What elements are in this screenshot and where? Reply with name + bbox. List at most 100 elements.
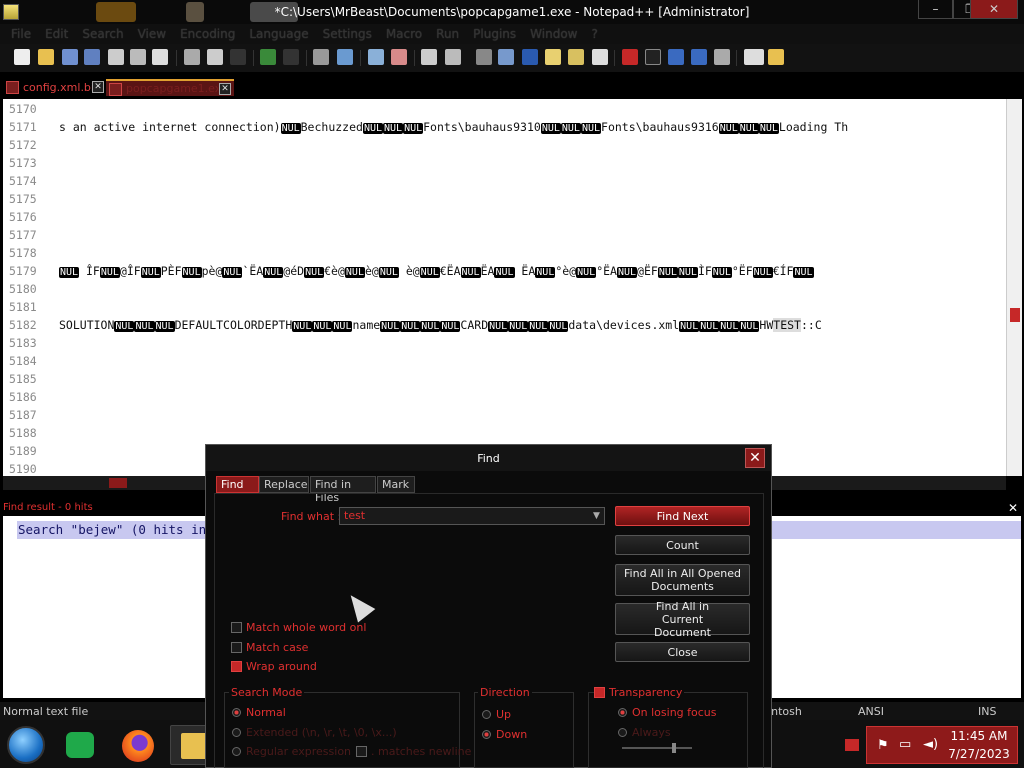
- tab-mark[interactable]: Mark: [377, 476, 415, 493]
- transparency-always[interactable]: Always: [618, 726, 671, 739]
- volume-icon[interactable]: ◄): [923, 737, 938, 752]
- zoom-out-icon[interactable]: [391, 49, 407, 65]
- find-next-button[interactable]: Find Next: [615, 506, 750, 526]
- close-window-button[interactable]: ✕: [970, 0, 1018, 19]
- checkbox[interactable]: [356, 746, 367, 757]
- checkbox-checked[interactable]: [594, 687, 605, 698]
- record-macro-icon[interactable]: [622, 49, 638, 65]
- scrollbar-thumb[interactable]: [109, 478, 127, 488]
- document-map-icon[interactable]: [568, 49, 584, 65]
- radio[interactable]: [232, 747, 241, 756]
- zoom-in-icon[interactable]: [368, 49, 384, 65]
- indent-guide-icon[interactable]: [522, 49, 538, 65]
- show-hidden-icons-icon[interactable]: [845, 739, 859, 751]
- menu-settings[interactable]: Settings: [316, 27, 379, 41]
- menu-macro[interactable]: Macro: [379, 27, 429, 41]
- minimize-button[interactable]: –: [918, 0, 953, 19]
- play-macro-icon[interactable]: [668, 49, 684, 65]
- find-icon[interactable]: [313, 49, 329, 65]
- tab-replace[interactable]: Replace: [259, 476, 309, 493]
- radio-selected[interactable]: [482, 730, 491, 739]
- chevron-down-icon[interactable]: ▼: [589, 508, 604, 524]
- undo-icon[interactable]: [260, 49, 276, 65]
- find-what-input[interactable]: test: [339, 507, 605, 525]
- direction-down[interactable]: Down: [482, 728, 527, 741]
- menu-encoding[interactable]: Encoding: [173, 27, 242, 41]
- user-defined-language-icon[interactable]: [545, 49, 561, 65]
- search-mode-regex[interactable]: Regular expression: [232, 745, 351, 758]
- checkbox[interactable]: [231, 622, 242, 633]
- tab-find[interactable]: Find: [216, 476, 259, 493]
- menu-window[interactable]: Window: [523, 27, 584, 41]
- editor-vertical-scrollbar[interactable]: [1006, 99, 1022, 476]
- find-all-opened-button[interactable]: Find All in All Opened Documents: [615, 564, 750, 596]
- folder-as-workspace-icon[interactable]: [768, 49, 784, 65]
- radio-selected[interactable]: [618, 708, 627, 717]
- transparency-on-losing-focus[interactable]: On losing focus: [618, 706, 717, 719]
- print-icon[interactable]: [152, 49, 168, 65]
- word-wrap-icon[interactable]: [476, 49, 492, 65]
- transparency-slider-thumb[interactable]: [672, 743, 676, 753]
- taskbar-app-green[interactable]: [58, 725, 98, 765]
- sync-horizontal-icon[interactable]: [445, 49, 461, 65]
- save-icon[interactable]: [62, 49, 78, 65]
- clock-date[interactable]: 7/27/2023: [944, 747, 1014, 761]
- checkbox[interactable]: [231, 642, 242, 653]
- taskbar-firefox[interactable]: [114, 725, 164, 765]
- menu-language[interactable]: Language: [242, 27, 315, 41]
- run-macro-multiple-icon[interactable]: [691, 49, 707, 65]
- cut-icon[interactable]: [184, 49, 200, 65]
- direction-up[interactable]: Up: [482, 708, 511, 721]
- menu-edit[interactable]: Edit: [38, 27, 75, 41]
- open-file-icon[interactable]: [38, 49, 54, 65]
- copy-icon[interactable]: [207, 49, 223, 65]
- stop-recording-icon[interactable]: [645, 49, 661, 65]
- match-case-option[interactable]: Match case: [231, 641, 308, 654]
- close-button[interactable]: Close: [615, 642, 750, 662]
- match-whole-word-option[interactable]: Match whole word onl: [231, 621, 366, 634]
- search-mode-normal[interactable]: Normal: [232, 706, 286, 719]
- menu-view[interactable]: View: [131, 27, 173, 41]
- checkbox-checked[interactable]: [231, 661, 242, 672]
- action-center-flag-icon[interactable]: ⚑: [877, 738, 889, 753]
- find-dialog-titlebar[interactable]: Find ✕: [206, 445, 771, 471]
- menu-search[interactable]: Search: [75, 27, 130, 41]
- redo-icon[interactable]: [283, 49, 299, 65]
- show-all-characters-icon[interactable]: [498, 49, 514, 65]
- radio-selected[interactable]: [232, 708, 241, 717]
- find-dialog-close-icon[interactable]: ✕: [745, 448, 765, 468]
- start-button[interactable]: [7, 726, 45, 764]
- sync-vertical-icon[interactable]: [421, 49, 437, 65]
- tab-popcapgame1-exe[interactable]: popcapgame1.exe ✕: [106, 79, 234, 96]
- menu-run[interactable]: Run: [429, 27, 466, 41]
- tab-close-icon[interactable]: ✕: [219, 83, 231, 95]
- spell-check-icon[interactable]: [744, 49, 764, 65]
- wrap-around-option[interactable]: Wrap around: [231, 660, 317, 673]
- radio[interactable]: [482, 710, 491, 719]
- search-mode-extended[interactable]: Extended (\n, \r, \t, \0, \x...): [232, 726, 397, 739]
- function-list-icon[interactable]: [592, 49, 608, 65]
- save-all-icon[interactable]: [84, 49, 100, 65]
- find-result-close-icon[interactable]: ✕: [1006, 501, 1020, 515]
- transparency-slider[interactable]: [622, 747, 692, 749]
- transparency-option[interactable]: Transparency: [594, 686, 685, 699]
- find-all-current-button[interactable]: Find All in Current Document: [615, 600, 750, 639]
- replace-icon[interactable]: [337, 49, 353, 65]
- new-file-icon[interactable]: [14, 49, 30, 65]
- menu-help[interactable]: ?: [584, 27, 604, 41]
- paste-icon[interactable]: [230, 49, 246, 65]
- matches-newline-option[interactable]: . matches newline: [356, 745, 471, 758]
- menu-plugins[interactable]: Plugins: [466, 27, 523, 41]
- scrollbar-thumb[interactable]: [1010, 308, 1020, 322]
- tab-config-xml-bin[interactable]: config.xml.bin ✕: [3, 79, 104, 96]
- tab-find-in-files[interactable]: Find in Files: [310, 476, 376, 504]
- close-all-icon[interactable]: [130, 49, 146, 65]
- clock-time[interactable]: 11:45 AM: [944, 729, 1014, 743]
- count-button[interactable]: Count: [615, 535, 750, 555]
- radio[interactable]: [232, 728, 241, 737]
- editor-area[interactable]: 5170 5171 5172 5173 5174 5175 5176 5177 5178 5179…: [3, 99, 1006, 476]
- save-macro-icon[interactable]: [714, 49, 730, 65]
- tab-close-icon[interactable]: ✕: [92, 81, 104, 93]
- network-icon[interactable]: ▭: [899, 737, 911, 752]
- menu-file[interactable]: File: [4, 27, 38, 41]
